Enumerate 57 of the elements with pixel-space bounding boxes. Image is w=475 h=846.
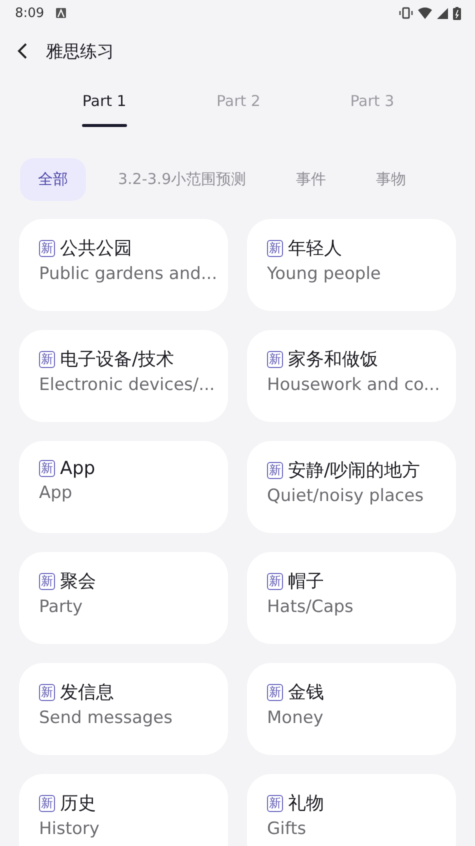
topic-card[interactable]: 新 聚会 Party xyxy=(19,552,228,644)
topic-subtitle: Send messages xyxy=(39,708,174,728)
tab[interactable]: Part 1 xyxy=(82,76,127,132)
topic-subtitle: Gifts xyxy=(267,819,308,839)
topic-subtitle: App xyxy=(39,483,74,503)
topic-title: App xyxy=(60,458,96,479)
topic-card[interactable]: 新 电子设备/技术 Electronic devices/... xyxy=(19,330,228,422)
new-badge: 新 xyxy=(39,684,55,700)
topic-title: 电子设备/技术 xyxy=(60,348,174,371)
topic-title: 金钱 xyxy=(288,681,324,704)
topic-card[interactable]: 新 金钱 Money xyxy=(247,663,456,755)
new-badge: 新 xyxy=(39,572,55,590)
new-badge: 新 xyxy=(267,684,283,700)
topic-subtitle: Public gardens and... xyxy=(39,264,218,284)
new-badge: 新 xyxy=(267,240,283,256)
filter-chip[interactable]: 全部 xyxy=(20,158,86,201)
new-badge: 新 xyxy=(267,350,283,368)
page-title: 雅思练习 xyxy=(46,40,114,62)
topic-card[interactable]: 新 App App xyxy=(19,441,228,533)
topic-title: 历史 xyxy=(60,792,96,815)
topic-subtitle: Quiet/noisy places xyxy=(267,486,425,506)
topic-title: 发信息 xyxy=(60,681,114,704)
topic-card[interactable]: 新 家务和做饭 Housework and co... xyxy=(247,330,456,422)
topic-title: 安静/吵闹的地方 xyxy=(288,459,420,482)
topic-card[interactable]: 新 礼物 Gifts xyxy=(247,774,456,846)
topic-card[interactable]: 新 安静/吵闹的地方 Quiet/noisy places xyxy=(247,441,456,533)
topic-subtitle: Young people xyxy=(267,264,382,284)
topic-card[interactable]: 新 发信息 Send messages xyxy=(19,663,228,755)
topic-title: 聚会 xyxy=(60,570,96,593)
new-badge: 新 xyxy=(39,240,55,256)
topic-title: 公共公园 xyxy=(60,237,132,260)
topic-title: 家务和做饭 xyxy=(288,348,378,371)
topic-card[interactable]: 新 公共公园 Public gardens and... xyxy=(19,219,228,311)
vibrate-icon xyxy=(399,7,413,19)
topic-subtitle: Money xyxy=(267,708,324,728)
status-time: 8:09 xyxy=(15,6,44,20)
topic-title: 帽子 xyxy=(288,570,324,593)
new-badge: 新 xyxy=(39,794,55,812)
wifi-icon xyxy=(418,7,432,19)
new-badge: 新 xyxy=(267,572,283,590)
battery-icon xyxy=(453,6,461,20)
topic-subtitle: History xyxy=(39,819,100,839)
new-badge: 新 xyxy=(267,462,283,478)
topic-subtitle: Electronic devices/... xyxy=(39,375,216,395)
notification-icon xyxy=(56,8,66,18)
new-badge: 新 xyxy=(39,460,55,477)
topic-subtitle: Hats/Caps xyxy=(267,597,354,617)
topic-card[interactable]: 新 帽子 Hats/Caps xyxy=(247,552,456,644)
topic-card[interactable]: 新 历史 History xyxy=(19,774,228,846)
topic-card[interactable]: 新 年轻人 Young people xyxy=(247,219,456,311)
topic-subtitle: Party xyxy=(39,597,84,617)
topic-title: 礼物 xyxy=(288,792,324,815)
new-badge: 新 xyxy=(267,794,283,812)
topic-title: 年轻人 xyxy=(288,237,342,260)
signal-icon xyxy=(437,8,448,18)
new-badge: 新 xyxy=(39,350,55,368)
topic-subtitle: Housework and co... xyxy=(267,375,441,395)
